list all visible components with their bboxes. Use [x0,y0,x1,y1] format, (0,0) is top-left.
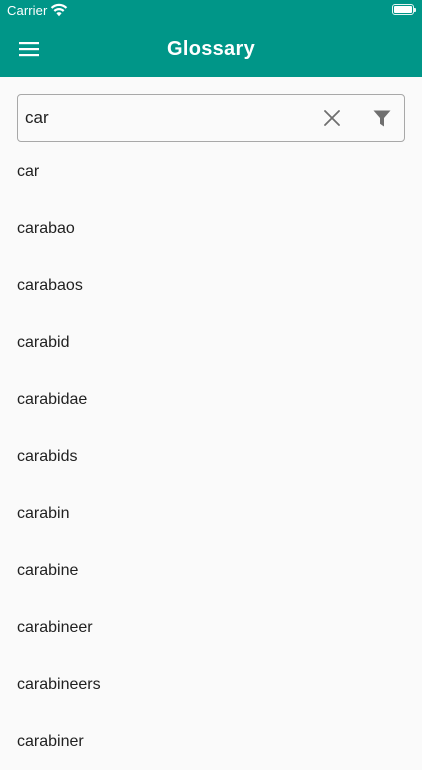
filter-icon [373,110,391,127]
wifi-icon [50,2,68,17]
search-input[interactable] [25,95,305,141]
search-box [17,94,405,142]
list-item[interactable]: carabaos [0,257,422,314]
results-list: car carabao carabaos carabid carabidae carabi… [0,143,422,770]
list-item[interactable]: carabineers [0,656,422,713]
list-item[interactable]: carabidae [0,371,422,428]
list-item[interactable]: car [0,143,422,200]
clear-search-button[interactable] [318,104,346,132]
carrier-label: Carrier [7,3,48,18]
battery-icon [392,4,416,15]
page-title: Glossary [166,38,255,60]
list-item[interactable]: carabiner [0,713,422,770]
close-icon [324,110,340,126]
list-item[interactable]: carabid [0,314,422,371]
list-item[interactable]: carabao [0,200,422,257]
list-item[interactable]: carabin [0,485,422,542]
app-bar: Carrier Glossary [0,0,422,77]
list-item[interactable]: carabine [0,542,422,599]
list-item[interactable]: carabids [0,428,422,485]
filter-button[interactable] [368,104,396,132]
list-item[interactable]: carabineer [0,599,422,656]
status-bar: Carrier [0,0,422,22]
